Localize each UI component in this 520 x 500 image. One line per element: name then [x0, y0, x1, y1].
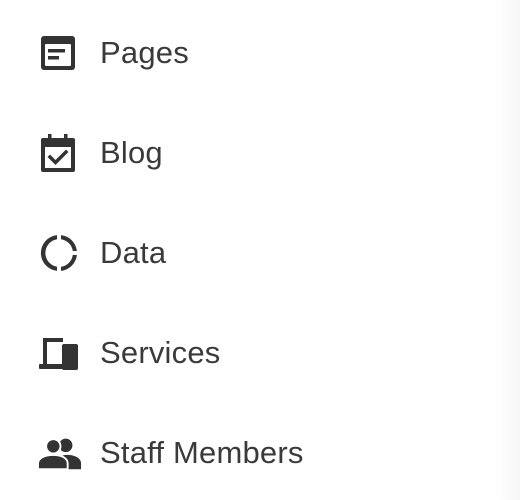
sidebar-item-label: Data — [100, 235, 167, 270]
sidebar-item-blog[interactable]: Blog — [0, 103, 480, 203]
sidebar-panel: Pages Blog Data Services Staff Members — [0, 0, 520, 500]
sidebar-item-label: Services — [100, 335, 221, 370]
sidebar-item-staff-members[interactable]: Staff Members — [0, 403, 480, 500]
sidebar-item-data[interactable]: Data — [0, 203, 480, 303]
donut-chart-icon — [38, 231, 82, 275]
sidebar-item-label: Blog — [100, 135, 163, 170]
devices-icon — [38, 331, 82, 375]
calendar-check-icon — [38, 131, 82, 175]
sidebar-item-label: Pages — [100, 35, 189, 70]
sidebar-item-pages[interactable]: Pages — [0, 3, 480, 103]
sidebar-item-services[interactable]: Services — [0, 303, 480, 403]
pages-icon — [38, 31, 82, 75]
sidebar-item-label: Staff Members — [100, 435, 304, 470]
people-icon — [38, 431, 82, 475]
sidebar-nav: Pages Blog Data Services Staff Members — [0, 3, 480, 500]
